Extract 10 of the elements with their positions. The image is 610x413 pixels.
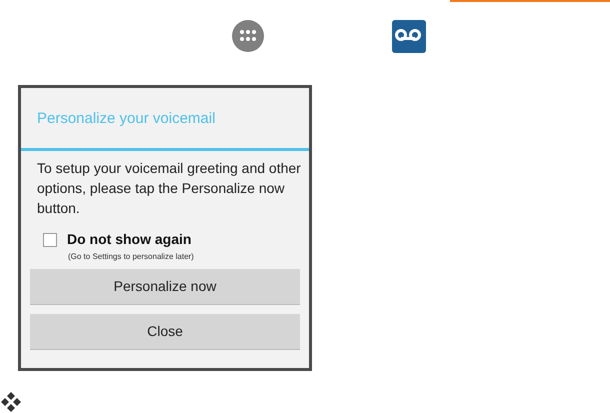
dialog-button[interactable]: Close xyxy=(30,314,300,350)
dialog-title: Personalize your voicemail xyxy=(36,109,216,129)
checkbox-label: Do not show again xyxy=(67,230,192,249)
apps-icon xyxy=(232,20,264,52)
diamond-bullet-icon xyxy=(0,391,22,413)
dialog-message: To setup your voicemail greeting and other options, please tap the Personalize now button. xyxy=(36,159,302,218)
voicemail-icon xyxy=(392,20,426,53)
checkbox-hint: (Go to Settings to personalize later) xyxy=(67,251,195,263)
dialog-button[interactable]: Personalize now xyxy=(30,269,300,305)
checkbox[interactable] xyxy=(43,232,57,246)
